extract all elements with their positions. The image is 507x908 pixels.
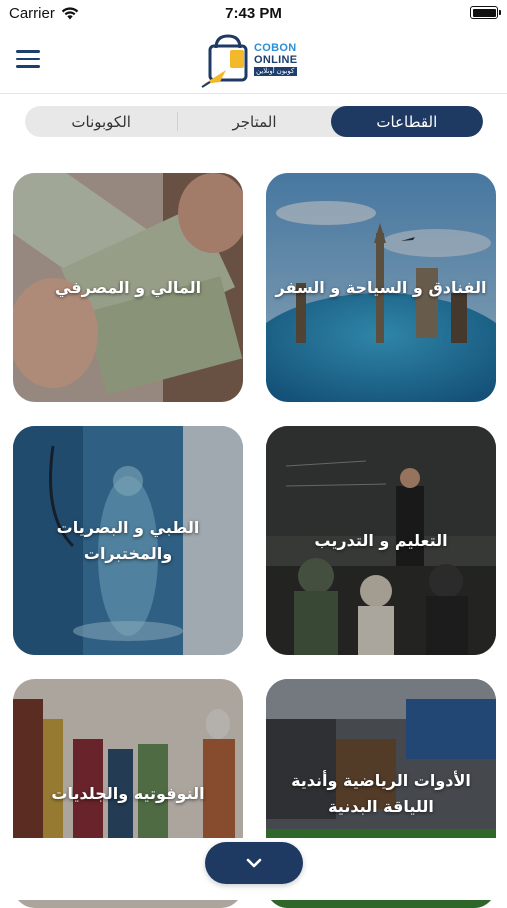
logo-text-online: ONLINE bbox=[254, 54, 298, 66]
category-label: الطبي و البصريات والمختبرات bbox=[56, 517, 200, 563]
logo-text: COBON ONLINE كوبون أونلاين bbox=[254, 42, 298, 76]
category-card-finance[interactable]: المالي و المصرفي bbox=[13, 173, 243, 402]
hamburger-menu-button[interactable] bbox=[16, 50, 44, 72]
menu-icon-line bbox=[16, 65, 40, 68]
battery-icon bbox=[470, 6, 501, 19]
logo-text-cobon: COBON bbox=[254, 42, 297, 54]
shopping-bag-icon bbox=[201, 34, 248, 88]
category-card-travel[interactable]: الفنادق و السياحة و السفر bbox=[266, 173, 496, 402]
bottom-bar bbox=[0, 838, 507, 900]
tab-coupons[interactable]: الكوبونات bbox=[25, 106, 177, 137]
app-logo: COBON ONLINE كوبون أونلاين bbox=[200, 30, 310, 92]
status-bar: Carrier 7:43 PM bbox=[0, 0, 507, 28]
category-card-medical[interactable]: الطبي و البصريات والمختبرات bbox=[13, 426, 243, 655]
chevron-down-icon bbox=[246, 858, 262, 868]
tab-sectors[interactable]: القطاعات bbox=[330, 106, 483, 137]
logo-text-arabic: كوبون أونلاين bbox=[254, 67, 298, 76]
tab-stores[interactable]: المتاجر bbox=[178, 106, 330, 137]
menu-icon-line bbox=[16, 57, 40, 61]
status-time: 7:43 PM bbox=[225, 5, 282, 22]
top-navbar: COBON ONLINE كوبون أونلاين bbox=[0, 28, 507, 94]
category-label: الفنادق و السياحة و السفر bbox=[275, 277, 487, 297]
scroll-down-button[interactable] bbox=[205, 842, 303, 884]
category-label: التعليم و التدريب bbox=[314, 530, 448, 550]
category-card-education[interactable]: التعليم و التدريب bbox=[266, 426, 496, 655]
category-label: المالي و المصرفي bbox=[54, 277, 202, 297]
menu-icon-line bbox=[16, 50, 40, 53]
section-tabs: القطاعات المتاجر الكوبونات bbox=[25, 106, 483, 137]
